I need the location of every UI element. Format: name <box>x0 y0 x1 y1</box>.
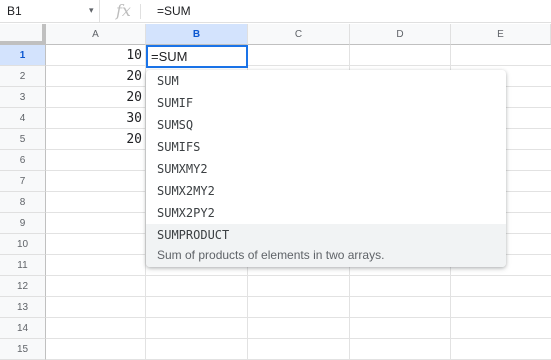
autocomplete-item-sumsq[interactable]: SUMSQ <box>146 114 506 136</box>
row-header-8[interactable]: 8 <box>0 192 46 213</box>
row-header-10[interactable]: 10 <box>0 234 46 255</box>
formula-bar: B1 ▾ fx =SUM <box>0 0 551 23</box>
row-header-3[interactable]: 3 <box>0 87 46 108</box>
select-all-corner[interactable] <box>0 24 46 45</box>
row-header-5[interactable]: 5 <box>0 129 46 150</box>
row-gridline <box>46 317 551 318</box>
name-box[interactable]: B1 ▾ <box>0 0 100 22</box>
formula-bar-divider <box>140 4 141 19</box>
row-header-6[interactable]: 6 <box>0 150 46 171</box>
column-header-e[interactable]: E <box>451 24 551 45</box>
row-header-4[interactable]: 4 <box>0 108 46 129</box>
row-header-9[interactable]: 9 <box>0 213 46 234</box>
cell-a4[interactable]: 30 <box>46 108 142 129</box>
row-header-15[interactable]: 15 <box>0 339 46 360</box>
active-cell-b1[interactable]: =SUM <box>146 45 248 68</box>
row-header-2[interactable]: 2 <box>0 66 46 87</box>
cell-a5[interactable]: 20 <box>46 129 142 150</box>
chevron-down-icon[interactable]: ▾ <box>89 5 94 16</box>
row-gridline <box>46 275 551 276</box>
column-header-d[interactable]: D <box>350 24 451 45</box>
autocomplete-item-sumifs[interactable]: SUMIFS <box>146 136 506 158</box>
cell-a1[interactable]: 10 <box>46 45 142 66</box>
autocomplete-description: Sum of products of elements in two array… <box>146 246 506 267</box>
row-header-14[interactable]: 14 <box>0 318 46 339</box>
row-gridline <box>46 338 551 339</box>
cell-a2[interactable]: 20 <box>46 66 142 87</box>
autocomplete-item-sumif[interactable]: SUMIF <box>146 92 506 114</box>
row-header-12[interactable]: 12 <box>0 276 46 297</box>
column-header-b[interactable]: B <box>146 24 248 45</box>
row-header-1[interactable]: 1 <box>0 45 46 66</box>
cell-editor-text[interactable]: =SUM <box>151 49 187 64</box>
autocomplete-item-sum[interactable]: SUM <box>146 70 506 92</box>
row-header-13[interactable]: 13 <box>0 297 46 318</box>
cell-a3[interactable]: 20 <box>46 87 142 108</box>
autocomplete-item-sumx2my2[interactable]: SUMX2MY2 <box>146 180 506 202</box>
autocomplete-item-sumx2py2[interactable]: SUMX2PY2 <box>146 202 506 224</box>
row-gridline <box>46 296 551 297</box>
row-header-7[interactable]: 7 <box>0 171 46 192</box>
formula-autocomplete-dropdown: SUM SUMIF SUMSQ SUMIFS SUMXMY2 SUMX2MY2 … <box>146 70 506 267</box>
autocomplete-item-sumxmy2[interactable]: SUMXMY2 <box>146 158 506 180</box>
column-header-c[interactable]: C <box>248 24 350 45</box>
fx-icon: fx <box>116 1 131 20</box>
formula-input[interactable]: =SUM <box>157 4 191 18</box>
name-box-value: B1 <box>7 4 22 18</box>
row-header-11[interactable]: 11 <box>0 255 46 276</box>
autocomplete-item-sumproduct[interactable]: SUMPRODUCT <box>146 224 506 246</box>
column-header-a[interactable]: A <box>46 24 146 45</box>
